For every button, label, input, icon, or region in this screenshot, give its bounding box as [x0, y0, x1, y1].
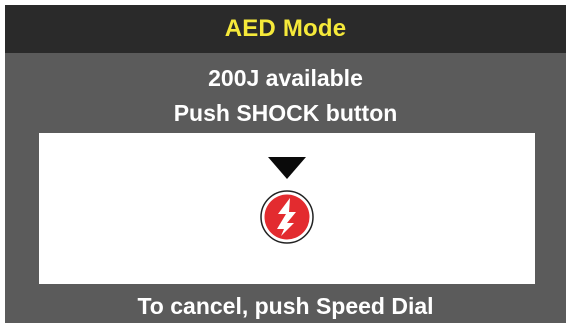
- shock-indicator-panel: [39, 133, 535, 284]
- instruction-text: Push SHOCK button: [173, 100, 398, 126]
- page-title: AED Mode: [224, 15, 347, 42]
- title-bar: AED Mode: [5, 5, 566, 53]
- shock-button-icon: [260, 190, 314, 244]
- cancel-instruction: To cancel, push Speed Dial: [137, 293, 434, 319]
- aed-screen: AED Mode 200J available Push SHOCK butto…: [0, 0, 571, 328]
- down-triangle-icon: [268, 157, 306, 179]
- energy-available-text: 200J available: [208, 65, 363, 91]
